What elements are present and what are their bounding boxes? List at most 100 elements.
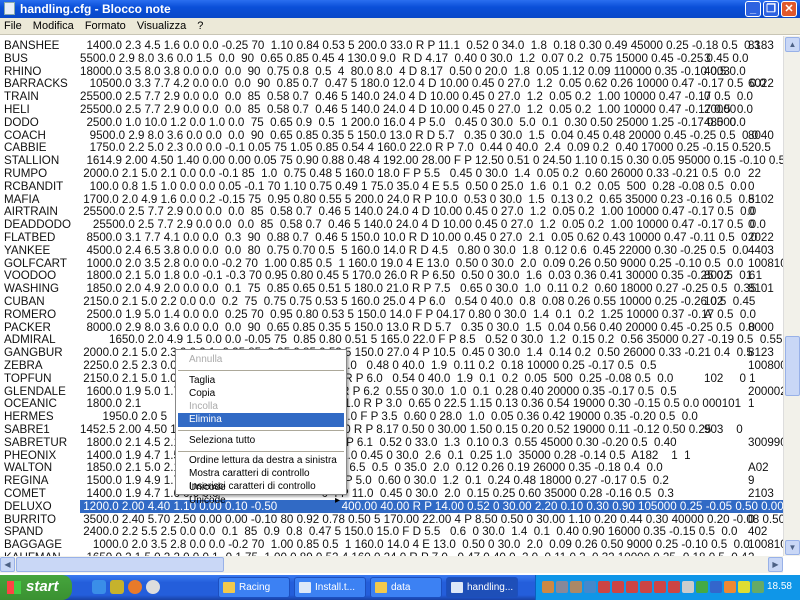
text-editor[interactable]: BANSHEE 1400.0 2.3 4.5 1.6 0.0 0.0 -0.25… <box>0 36 783 556</box>
text-line[interactable]: ADMIRAL 1650.0 2.0 4.9 1.5 0.0 0.0 -0.05… <box>4 333 783 346</box>
tray-icon[interactable] <box>654 581 666 593</box>
restore-button[interactable]: ❐ <box>763 1 779 17</box>
task-label: Racing <box>239 582 271 593</box>
text-line[interactable]: PHEONIX 1400.0 1.9 4.7 1.5 0.0 4 P 11.0 … <box>4 449 783 462</box>
text-line[interactable]: REGINA 1500.0 1.9 4.9 1.7 0.0 6.0 F P 5.… <box>4 474 783 487</box>
tray-icon[interactable] <box>724 581 736 593</box>
tray-icon[interactable] <box>570 581 582 593</box>
task-data[interactable]: data <box>370 577 442 598</box>
tray-icon[interactable] <box>668 581 680 593</box>
text-line[interactable]: RUMPO 2000.0 2.1 5.0 2.1 0.0 0.0 -0.1 85… <box>4 167 783 180</box>
text-line[interactable]: STALLION 1614.9 2.00 4.50 1.40 0.00 0.00… <box>4 154 783 167</box>
text-line[interactable]: CUBAN 2150.0 2.1 5.0 2.2 0.0 0.0 0.2 75 … <box>4 295 783 308</box>
text-line[interactable]: AIRTRAIN 25500.0 2.5 7.7 2.9 0.0 0.0 0.0… <box>4 205 783 218</box>
tray-icon[interactable] <box>598 581 610 593</box>
horizontal-scrollbar[interactable]: ◀ ▶ <box>0 556 783 573</box>
menu-item-taglia[interactable]: Taglia <box>178 374 344 388</box>
text-line[interactable]: BARRACKS 10500.0 3.3 7.7 4.2 0.0 0.0 0.0… <box>4 77 783 90</box>
text-line[interactable]: WALTON 1850.0 2.1 5.0 2.1 4.0 4 D 6.5 0.… <box>4 461 783 474</box>
text-line[interactable]: DELUXO 1200.0 2.00 4.40 1.10 0.00 0.10 -… <box>4 499 783 513</box>
menu-item-annulla[interactable]: Annulla <box>178 353 344 367</box>
text-line[interactable]: DEADDODO 25500.0 2.5 7.7 2.9 0.0 0.0 0.0… <box>4 218 783 231</box>
text-line[interactable]: WASHING 1850.0 2.0 4.9 2.0 0.0 0.0 0.1 7… <box>4 282 783 295</box>
menu-item-seleziona-tutto[interactable]: Seleziona tutto <box>178 434 344 448</box>
text-line[interactable]: BUS 5500.0 2.9 8.0 3.6 0.0 1.5 0.0 90 0.6… <box>4 52 783 65</box>
text-line[interactable]: TRAIN 25500.0 2.5 7.7 2.9 0.0 0.0 0.0 85 … <box>4 90 783 103</box>
menu-item-rtl-reading[interactable]: Ordine lettura da destra a sinistra <box>178 454 344 468</box>
menu-item-copia[interactable]: Copia <box>178 387 344 401</box>
text-line[interactable]: TOPFUN 2150.0 2.1 5.0 1.0 0.0 5.0 R P 6.… <box>4 372 783 385</box>
text-line[interactable]: RHINO 18000.0 3.5 8.0 3.8 0.0 0.0 0.0 90 … <box>4 65 783 78</box>
scroll-right-icon[interactable]: ▶ <box>768 557 783 572</box>
text-line[interactable]: PACKER 8000.0 2.9 8.0 3.6 0.0 0.0 0.0 90… <box>4 321 783 334</box>
menu-file[interactable]: File <box>0 18 26 34</box>
vertical-scroll-thumb[interactable] <box>785 336 800 396</box>
horizontal-scroll-thumb[interactable] <box>16 557 224 572</box>
media-player-icon[interactable] <box>128 580 142 594</box>
minimize-button[interactable]: _ <box>745 1 761 17</box>
text-line[interactable]: OCEANIC 1800.0 2.1 5 180.0 21.0 R P 3.0 … <box>4 397 783 410</box>
text-line[interactable]: GLENDALE 1600.0 1.9 5.0 1.7 16.0 R P 6.2… <box>4 385 783 398</box>
text-line[interactable]: SPAND 2400.0 2.2 5.5 2.5 0.0 0.0 0.1 85 … <box>4 525 783 538</box>
tray-icon[interactable] <box>710 581 722 593</box>
tray-icon[interactable] <box>612 581 624 593</box>
scroll-left-icon[interactable]: ◀ <box>0 557 15 572</box>
vehicle-values: 1650.0 2.0 4.9 1.5 0.0 0.0 -0.05 75 0.85… <box>80 333 783 347</box>
task-racing[interactable]: Racing <box>218 577 290 598</box>
menu-item-show-unicode[interactable]: Mostra caratteri di controllo Unicode <box>178 467 344 493</box>
cd-icon[interactable] <box>146 580 160 594</box>
internet-explorer-icon[interactable] <box>92 580 106 594</box>
close-button[interactable]: ✕ <box>781 1 797 17</box>
text-line[interactable]: CABBIE 1750.0 2.2 5.0 2.3 0.0 0.0 -0.1 0… <box>4 141 783 154</box>
tray-icon[interactable] <box>738 581 750 593</box>
text-line[interactable]: SABRE1 1452.5 2.00 4.50 1.40 0.0 0.28 50 … <box>4 423 783 436</box>
vertical-scrollbar[interactable]: ▲ ▼ <box>783 36 800 556</box>
text-line[interactable]: ROMERO 2500.0 1.9 5.0 1.4 0.0 0.0 0.25 7… <box>4 308 783 321</box>
text-line[interactable]: RCBANDIT 100.0 0.8 1.5 1.0 0.0 0.0 0.05 … <box>4 180 783 193</box>
text-line[interactable]: HERMES 1950.0 2.0 5 5 160.0 18.0 F P 3.5… <box>4 410 783 423</box>
vehicle-values: 25500.0 2.5 7.7 2.9 0.0 0.0 0.0 85 0.58 … <box>80 205 757 219</box>
tray-icon[interactable] <box>752 581 764 593</box>
text-line[interactable]: FLATBED 8500.0 3.1 7.7 4.1 0.0 0.0 0.3 9… <box>4 231 783 244</box>
text-line[interactable]: MAFIA 1700.0 2.0 4.9 1.6 0.0 0.2 -0.15 7… <box>4 193 783 206</box>
quicklaunch-app-icon[interactable] <box>110 580 124 594</box>
menu-item-incolla[interactable]: Incolla <box>178 400 344 414</box>
tray-icon[interactable] <box>584 581 596 593</box>
text-line[interactable]: COACH 9500.0 2.9 8.0 3.6 0.0 0.0 0.0 90 … <box>4 129 783 142</box>
scroll-up-icon[interactable]: ▲ <box>785 37 800 52</box>
text-line[interactable]: GANGBUR 2000.0 2.1 5.0 2.3 0.0 0.1 -0.25… <box>4 346 783 359</box>
tray-icon[interactable] <box>640 581 652 593</box>
vehicle-name: TOPFUN <box>4 371 52 385</box>
text-line[interactable]: ZEBRA 2250.0 2.5 2.3 0.0 R P 9.0 0.48 0 … <box>4 359 783 372</box>
start-button[interactable]: start <box>0 575 72 600</box>
vehicle-values: 1000.0 2.0 3.5 2.8 0.0 0.0 -0.2 70 1.00 … <box>80 256 744 270</box>
text-line[interactable]: HELI 25500.0 2.5 7.7 2.9 0.0 0.0 0.0 85 0… <box>4 103 783 116</box>
text-line[interactable]: COMET 1400.0 1.9 4.7 1.6 0.0 0.0 0 4 P 1… <box>4 487 783 500</box>
menu-separator <box>178 451 344 452</box>
text-line[interactable]: YANKEE 4500.0 2.4 6.5 3.8 0.0 0.0 0.0 80… <box>4 244 783 257</box>
tray-icon[interactable] <box>556 581 568 593</box>
task-handling[interactable]: handling... <box>446 577 518 598</box>
text-line[interactable]: BURRITO 3500.0 2.40 5.70 2.50 0.00 0.00 … <box>4 513 783 526</box>
title-bar[interactable]: handling.cfg - Blocco note _ ❐ ✕ <box>0 0 800 18</box>
text-line[interactable]: GOLFCART 1000.0 2.0 3.5 2.8 0.0 0.0 -0.2… <box>4 257 783 270</box>
task-install[interactable]: Install.t... <box>294 577 366 598</box>
menu-modifica[interactable]: Modifica <box>29 18 78 34</box>
menu-help[interactable]: ? <box>193 18 207 34</box>
menu-formato[interactable]: Formato <box>81 18 130 34</box>
menu-item-insert-unicode[interactable]: Inserisci caratteri di controllo Unicode… <box>178 480 344 506</box>
text-line[interactable]: BAGGAGE 1000.0 2.0 3.5 2.8 0.0 0.0 -0.2 … <box>4 538 783 551</box>
scroll-down-icon[interactable]: ▼ <box>785 540 800 555</box>
text-line[interactable]: VOODOO 1800.0 2.1 5.0 1.8 0.0 -0.1 -0.3 … <box>4 269 783 282</box>
vehicle-values: 1950.0 2.0 5 5 160.0 18.0 F P 3.5 0.60 0… <box>80 410 698 424</box>
menu-item-elimina[interactable]: Elimina <box>178 413 344 427</box>
tray-icon[interactable] <box>626 581 638 593</box>
tray-icon[interactable] <box>542 581 554 593</box>
text-line[interactable]: DODO 2500.0 1.0 10.0 1.2 0.0 1.0 0.0 75 … <box>4 116 783 129</box>
tray-icon[interactable] <box>696 581 708 593</box>
text-line[interactable]: SABRETUR 1800.0 2.1 4.5 2.1 32.0 R P 6.1… <box>4 436 783 449</box>
text-line[interactable]: BANSHEE 1400.0 2.3 4.5 1.6 0.0 0.0 -0.25… <box>4 39 783 52</box>
menu-visualizza[interactable]: Visualizza <box>133 18 190 34</box>
tray-icon[interactable] <box>682 581 694 593</box>
vehicle-flags: 4403 <box>748 243 774 257</box>
